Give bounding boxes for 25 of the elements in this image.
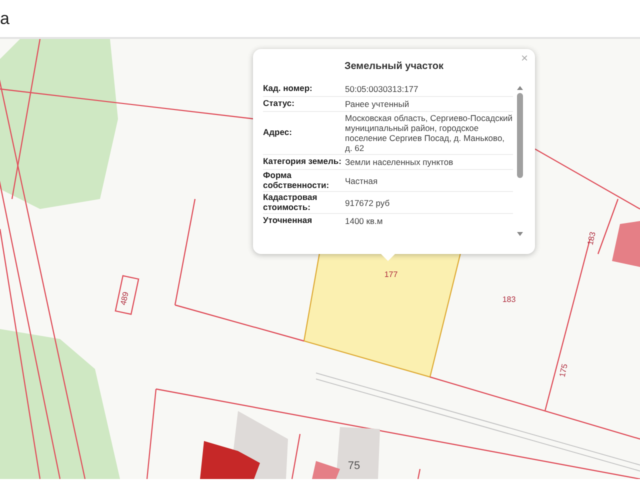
field-label: Кад. номер: <box>263 84 314 94</box>
field-label: Адрес: <box>263 128 293 138</box>
field-label: Кадастровая стоимость: <box>263 193 318 212</box>
parcel-number: 175 <box>558 363 570 378</box>
parcel-number: 489 <box>118 291 130 306</box>
scrollbar-thumb[interactable] <box>517 93 523 178</box>
popup-title: Земельный участок <box>343 61 445 72</box>
field-label: Уточненная <box>263 216 314 226</box>
field-value: Ранее учтенный <box>345 99 410 109</box>
parcel-number: 75 <box>348 460 360 472</box>
field-label: Категория земель: <box>263 157 342 167</box>
field-value: 1400 кв.м <box>345 216 384 226</box>
parcel-number: 183 <box>502 295 516 304</box>
field-value: 50:05:0030313:177 <box>345 84 420 94</box>
parcel-number: 177 <box>384 270 398 279</box>
field-value: Московская область, Сергиево-Посадский муниципальный район, городское поселение Сергиев Посад, д. Маньково, д. 62 <box>345 113 513 153</box>
field-value: 917672 руб <box>345 198 391 208</box>
parcel-number: 183 <box>586 231 598 246</box>
field-value: Земли населенных пунктов <box>345 157 454 167</box>
field-label: Статус: <box>263 99 296 109</box>
page-title: а <box>0 8 10 28</box>
scroll-down-icon[interactable] <box>517 232 523 236</box>
close-button[interactable]: × <box>518 51 531 65</box>
field-value: Частная <box>345 176 379 186</box>
field-label: Форма собственности: <box>263 171 330 190</box>
